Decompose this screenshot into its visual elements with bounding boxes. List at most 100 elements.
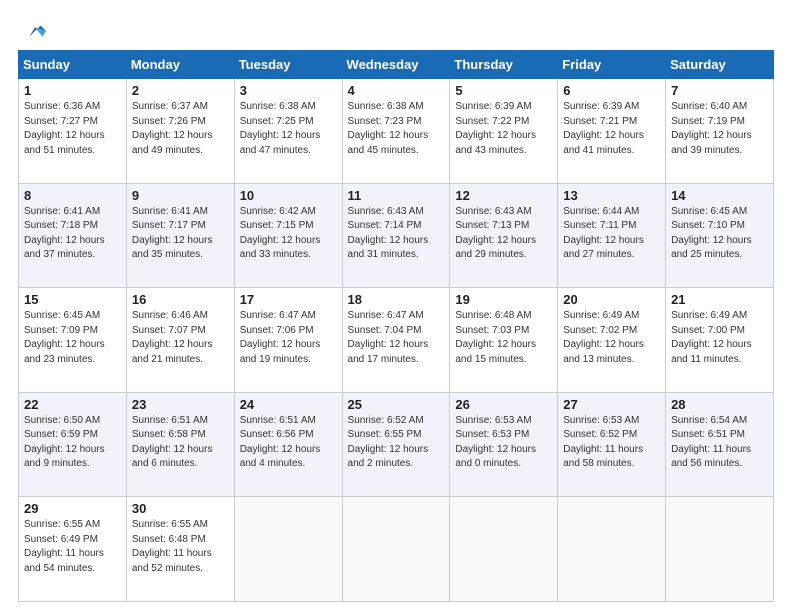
col-header-tuesday: Tuesday xyxy=(234,51,342,79)
day-number: 27 xyxy=(563,397,660,412)
cell-info: Sunrise: 6:39 AM Sunset: 7:21 PM Dayligh… xyxy=(563,100,660,158)
cell-info: Sunrise: 6:40 AM Sunset: 7:19 PM Dayligh… xyxy=(671,100,768,158)
calendar-cell: 27 Sunrise: 6:53 AM Sunset: 6:52 PM Dayli… xyxy=(558,392,666,497)
cell-info: Sunrise: 6:55 AM Sunset: 6:48 PM Dayligh… xyxy=(132,518,229,576)
col-header-monday: Monday xyxy=(126,51,234,79)
calendar-cell: 14 Sunrise: 6:45 AM Sunset: 7:10 PM Dayli… xyxy=(666,183,774,288)
cell-info: Sunrise: 6:45 AM Sunset: 7:09 PM Dayligh… xyxy=(24,309,121,367)
calendar-cell xyxy=(234,497,342,602)
day-number: 9 xyxy=(132,188,229,203)
calendar-cell: 20 Sunrise: 6:49 AM Sunset: 7:02 PM Dayli… xyxy=(558,288,666,393)
calendar-cell: 16 Sunrise: 6:46 AM Sunset: 7:07 PM Dayli… xyxy=(126,288,234,393)
day-number: 30 xyxy=(132,501,229,516)
cell-info: Sunrise: 6:38 AM Sunset: 7:25 PM Dayligh… xyxy=(240,100,337,158)
col-header-sunday: Sunday xyxy=(19,51,127,79)
day-number: 19 xyxy=(455,292,552,307)
day-number: 12 xyxy=(455,188,552,203)
calendar-cell: 9 Sunrise: 6:41 AM Sunset: 7:17 PM Daylig… xyxy=(126,183,234,288)
day-number: 4 xyxy=(348,83,445,98)
day-number: 28 xyxy=(671,397,768,412)
cell-info: Sunrise: 6:51 AM Sunset: 6:58 PM Dayligh… xyxy=(132,414,229,472)
calendar-row-4: 22 Sunrise: 6:50 AM Sunset: 6:59 PM Dayli… xyxy=(19,392,774,497)
day-number: 5 xyxy=(455,83,552,98)
cell-info: Sunrise: 6:42 AM Sunset: 7:15 PM Dayligh… xyxy=(240,205,337,263)
calendar-cell: 30 Sunrise: 6:55 AM Sunset: 6:48 PM Dayli… xyxy=(126,497,234,602)
day-number: 2 xyxy=(132,83,229,98)
calendar-cell: 19 Sunrise: 6:48 AM Sunset: 7:03 PM Dayli… xyxy=(450,288,558,393)
calendar-cell: 12 Sunrise: 6:43 AM Sunset: 7:13 PM Dayli… xyxy=(450,183,558,288)
calendar-cell: 28 Sunrise: 6:54 AM Sunset: 6:51 PM Dayli… xyxy=(666,392,774,497)
calendar-row-3: 15 Sunrise: 6:45 AM Sunset: 7:09 PM Dayli… xyxy=(19,288,774,393)
col-header-friday: Friday xyxy=(558,51,666,79)
logo-bird-icon xyxy=(20,18,48,46)
calendar-cell: 21 Sunrise: 6:49 AM Sunset: 7:00 PM Dayli… xyxy=(666,288,774,393)
day-number: 3 xyxy=(240,83,337,98)
day-number: 26 xyxy=(455,397,552,412)
day-number: 10 xyxy=(240,188,337,203)
day-number: 23 xyxy=(132,397,229,412)
calendar-cell: 8 Sunrise: 6:41 AM Sunset: 7:18 PM Daylig… xyxy=(19,183,127,288)
cell-info: Sunrise: 6:39 AM Sunset: 7:22 PM Dayligh… xyxy=(455,100,552,158)
day-number: 25 xyxy=(348,397,445,412)
day-number: 7 xyxy=(671,83,768,98)
cell-info: Sunrise: 6:53 AM Sunset: 6:52 PM Dayligh… xyxy=(563,414,660,472)
calendar-cell: 29 Sunrise: 6:55 AM Sunset: 6:49 PM Dayli… xyxy=(19,497,127,602)
calendar-cell xyxy=(558,497,666,602)
day-number: 11 xyxy=(348,188,445,203)
day-number: 1 xyxy=(24,83,121,98)
day-number: 21 xyxy=(671,292,768,307)
calendar-cell: 13 Sunrise: 6:44 AM Sunset: 7:11 PM Dayli… xyxy=(558,183,666,288)
calendar-row-1: 1 Sunrise: 6:36 AM Sunset: 7:27 PM Daylig… xyxy=(19,79,774,184)
calendar-cell xyxy=(666,497,774,602)
cell-info: Sunrise: 6:41 AM Sunset: 7:18 PM Dayligh… xyxy=(24,205,121,263)
calendar-cell xyxy=(450,497,558,602)
cell-info: Sunrise: 6:36 AM Sunset: 7:27 PM Dayligh… xyxy=(24,100,121,158)
cell-info: Sunrise: 6:38 AM Sunset: 7:23 PM Dayligh… xyxy=(348,100,445,158)
calendar-cell: 2 Sunrise: 6:37 AM Sunset: 7:26 PM Daylig… xyxy=(126,79,234,184)
calendar-cell: 26 Sunrise: 6:53 AM Sunset: 6:53 PM Dayli… xyxy=(450,392,558,497)
cell-info: Sunrise: 6:55 AM Sunset: 6:49 PM Dayligh… xyxy=(24,518,121,576)
calendar-header-row: SundayMondayTuesdayWednesdayThursdayFrid… xyxy=(19,51,774,79)
cell-info: Sunrise: 6:53 AM Sunset: 6:53 PM Dayligh… xyxy=(455,414,552,472)
calendar-cell: 25 Sunrise: 6:52 AM Sunset: 6:55 PM Dayli… xyxy=(342,392,450,497)
cell-info: Sunrise: 6:46 AM Sunset: 7:07 PM Dayligh… xyxy=(132,309,229,367)
calendar-cell: 4 Sunrise: 6:38 AM Sunset: 7:23 PM Daylig… xyxy=(342,79,450,184)
cell-info: Sunrise: 6:48 AM Sunset: 7:03 PM Dayligh… xyxy=(455,309,552,367)
calendar-cell: 24Sunrise: 6:51 AM Sunset: 6:56 PM Dayli… xyxy=(234,392,342,497)
cell-info: Sunrise: 6:43 AM Sunset: 7:14 PM Dayligh… xyxy=(348,205,445,263)
logo xyxy=(18,18,48,40)
day-number: 20 xyxy=(563,292,660,307)
day-number: 17 xyxy=(240,292,337,307)
day-number: 13 xyxy=(563,188,660,203)
calendar-cell: 17Sunrise: 6:47 AM Sunset: 7:06 PM Dayli… xyxy=(234,288,342,393)
calendar-row-5: 29 Sunrise: 6:55 AM Sunset: 6:49 PM Dayli… xyxy=(19,497,774,602)
cell-info: Sunrise: 6:37 AM Sunset: 7:26 PM Dayligh… xyxy=(132,100,229,158)
cell-info: Sunrise: 6:45 AM Sunset: 7:10 PM Dayligh… xyxy=(671,205,768,263)
cell-info: Sunrise: 6:44 AM Sunset: 7:11 PM Dayligh… xyxy=(563,205,660,263)
col-header-saturday: Saturday xyxy=(666,51,774,79)
cell-info: Sunrise: 6:52 AM Sunset: 6:55 PM Dayligh… xyxy=(348,414,445,472)
day-number: 15 xyxy=(24,292,121,307)
calendar-row-2: 8 Sunrise: 6:41 AM Sunset: 7:18 PM Daylig… xyxy=(19,183,774,288)
calendar-cell: 18Sunrise: 6:47 AM Sunset: 7:04 PM Dayli… xyxy=(342,288,450,393)
day-number: 22 xyxy=(24,397,121,412)
calendar-cell xyxy=(342,497,450,602)
calendar-cell: 11 Sunrise: 6:43 AM Sunset: 7:14 PM Dayli… xyxy=(342,183,450,288)
header xyxy=(18,18,774,40)
cell-info: Sunrise: 6:50 AM Sunset: 6:59 PM Dayligh… xyxy=(24,414,121,472)
day-number: 6 xyxy=(563,83,660,98)
day-number: 16 xyxy=(132,292,229,307)
col-header-wednesday: Wednesday xyxy=(342,51,450,79)
day-number: 29 xyxy=(24,501,121,516)
cell-info: Sunrise: 6:54 AM Sunset: 6:51 PM Dayligh… xyxy=(671,414,768,472)
cell-info: Sunrise: 6:41 AM Sunset: 7:17 PM Dayligh… xyxy=(132,205,229,263)
cell-info: Sunrise: 6:43 AM Sunset: 7:13 PM Dayligh… xyxy=(455,205,552,263)
day-number: 8 xyxy=(24,188,121,203)
cell-info: Sunrise: 6:49 AM Sunset: 7:02 PM Dayligh… xyxy=(563,309,660,367)
cell-info: Sunrise: 6:51 AM Sunset: 6:56 PM Dayligh… xyxy=(240,414,337,472)
calendar-cell: 5 Sunrise: 6:39 AM Sunset: 7:22 PM Daylig… xyxy=(450,79,558,184)
calendar-cell: 10 Sunrise: 6:42 AM Sunset: 7:15 PM Dayli… xyxy=(234,183,342,288)
day-number: 14 xyxy=(671,188,768,203)
cell-info: Sunrise: 6:47 AM Sunset: 7:04 PM Dayligh… xyxy=(348,309,445,367)
cell-info: Sunrise: 6:49 AM Sunset: 7:00 PM Dayligh… xyxy=(671,309,768,367)
